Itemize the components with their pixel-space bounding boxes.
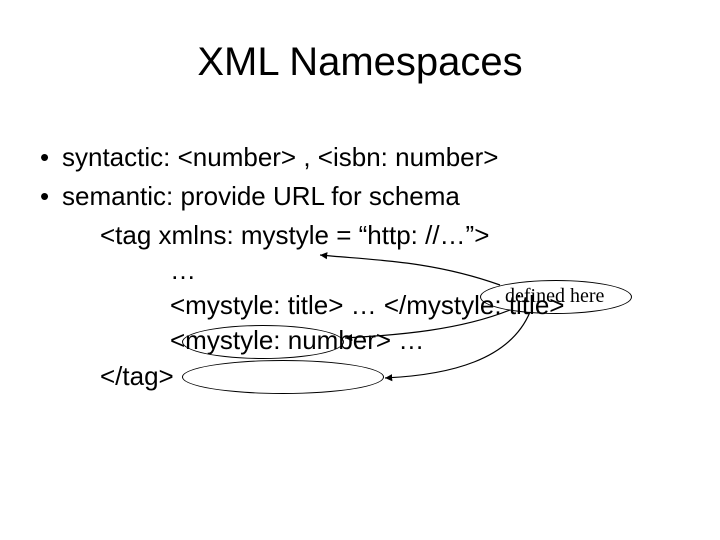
slide-body: •syntactic: <number> , <isbn: number> •s… — [40, 140, 690, 394]
callout-defined-here: defined here — [505, 285, 604, 308]
bullet-semantic-text: semantic: provide URL for schema — [62, 181, 460, 211]
bullet-semantic: •semantic: provide URL for schema — [40, 179, 690, 214]
annotation-ellipse-title — [182, 325, 344, 359]
code-line-mystyle-number: <mystyle: number> … — [40, 323, 690, 358]
bullet-dot-icon: • — [40, 179, 62, 214]
code-line-open-tag: <tag xmlns: mystyle = “http: //…”> — [40, 218, 690, 253]
bullet-syntactic-text: syntactic: <number> , <isbn: number> — [62, 142, 498, 172]
code-mystyle-title-mid: … — [343, 290, 383, 320]
slide-title: XML Namespaces — [0, 40, 720, 85]
slide: XML Namespaces •syntactic: <number> , <i… — [0, 0, 720, 540]
bullet-syntactic: •syntactic: <number> , <isbn: number> — [40, 140, 690, 175]
bullet-dot-icon: • — [40, 140, 62, 175]
annotation-ellipse-number — [182, 360, 384, 394]
code-mystyle-title-open: <mystyle: title> — [170, 290, 343, 320]
